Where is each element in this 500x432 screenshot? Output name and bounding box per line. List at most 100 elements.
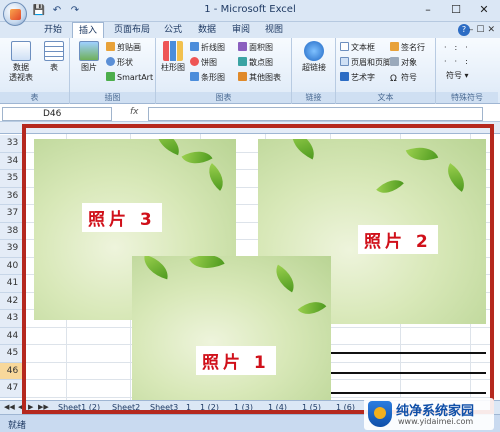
signature-line-button[interactable]: 签名行 [390, 42, 425, 54]
column-chart-icon [163, 41, 183, 61]
tab-review[interactable]: 审阅 [226, 22, 256, 38]
office-button[interactable] [3, 2, 27, 26]
sheet-tab[interactable]: 1 [186, 403, 191, 412]
cell-border-line [331, 392, 486, 394]
workbook-window-controls[interactable]: –☐✕ [469, 22, 498, 38]
special-symbol-grid[interactable]: ·:· [444, 42, 476, 54]
close-button[interactable]: ✕ [470, 1, 498, 19]
row-header[interactable]: 47 [0, 380, 26, 398]
formula-bar: D46 fx [0, 106, 500, 122]
shapes-icon [106, 57, 115, 66]
pivot-table-button[interactable]: 数据 透视表 [6, 41, 36, 83]
cell-border-line [331, 352, 486, 354]
text-box-icon [340, 42, 349, 51]
row-header[interactable]: 42 [0, 292, 26, 310]
area-chart-icon [238, 42, 247, 51]
group-text: 文本框 页眉和页脚 艺术字 签名行 对象 Ω 符号 文本 [336, 38, 436, 104]
pie-chart-icon [190, 57, 199, 66]
sheet-tab[interactable]: 1 (5) [302, 403, 321, 412]
sheet-tab[interactable]: 1 (6) [336, 403, 355, 412]
row-header[interactable]: 34 [0, 152, 26, 170]
scatter-chart-icon [238, 57, 247, 66]
symbol-button[interactable]: Ω 符号 [390, 72, 417, 84]
minimize-button[interactable]: – [414, 1, 442, 19]
wordart-button[interactable]: 艺术字 [340, 72, 375, 84]
tab-insert[interactable]: 插入 [72, 22, 105, 39]
row-header[interactable]: 37 [0, 205, 26, 223]
sheet-tab[interactable]: Sheet1 (2) [58, 403, 100, 412]
row-header[interactable]: 33 [0, 135, 26, 153]
object-icon [390, 57, 399, 66]
special-symbol-button[interactable]: 符号 ▾ [446, 70, 469, 82]
header-footer-icon [340, 57, 349, 66]
last-sheet-button[interactable]: ▶▶ [38, 403, 49, 411]
clip-art-icon [106, 42, 115, 51]
hyperlink-button[interactable]: 超链接 [298, 41, 330, 73]
area-chart-button[interactable]: 面积图 [238, 42, 273, 54]
next-sheet-button[interactable]: ▶ [28, 403, 33, 411]
line-chart-button[interactable]: 折线图 [190, 42, 225, 54]
row-header[interactable]: 39 [0, 240, 26, 258]
table-button[interactable]: 表 [42, 41, 66, 73]
pie-chart-button[interactable]: 饼图 [190, 57, 217, 69]
watermark: 纯净系统家园 www.yidaimei.com [364, 398, 494, 430]
row-header[interactable]: 43 [0, 310, 26, 328]
column-chart-button[interactable]: 柱形图 [160, 41, 186, 73]
row-header[interactable]: 40 [0, 257, 26, 275]
photo-1[interactable]: 照片 1 [132, 256, 331, 400]
tab-formulas[interactable]: 公式 [158, 22, 188, 38]
row-header[interactable]: 38 [0, 222, 26, 240]
smartart-icon [106, 72, 115, 81]
clip-art-button[interactable]: 剪贴画 [106, 42, 141, 54]
column-headers [0, 122, 500, 134]
sheet-tab[interactable]: 1 (2) [200, 403, 219, 412]
header-footer-button[interactable]: 页眉和页脚 [340, 57, 391, 69]
row-header[interactable]: 46 [0, 362, 26, 380]
row-header[interactable]: 44 [0, 327, 26, 345]
group-tables: 数据 透视表 表 表 [0, 38, 70, 104]
title-bar: 💾 ↶ ↷ 1 - Microsoft Excel – ☐ ✕ [0, 0, 500, 26]
tab-page-layout[interactable]: 页面布局 [108, 22, 156, 38]
photo-1-label: 照片 1 [196, 346, 276, 375]
ribbon: 数据 透视表 表 表 图片 剪贴画 形状 SmartArt 插图 柱形图 折线图… [0, 38, 500, 104]
maximize-button[interactable]: ☐ [442, 1, 470, 19]
omega-icon: Ω [390, 74, 397, 84]
photo-3-label: 照片 3 [82, 203, 162, 232]
cell-border-line [331, 372, 486, 374]
sheet-tab[interactable]: 1 (4) [268, 403, 287, 412]
line-chart-icon [190, 42, 199, 51]
tab-home[interactable]: 开始 [38, 22, 68, 38]
tab-data[interactable]: 数据 [192, 22, 222, 38]
sheet-tab[interactable]: Sheet2 [112, 403, 140, 412]
sheet-tab[interactable]: Sheet3 [150, 403, 178, 412]
fx-icon[interactable]: fx [130, 107, 139, 117]
smartart-button[interactable]: SmartArt [106, 72, 153, 84]
table-icon [44, 41, 64, 61]
group-special-symbols: ·:· ··: 符号 ▾ 特殊符号 [436, 38, 498, 104]
group-links: 超链接 链接 [292, 38, 336, 104]
text-box-button[interactable]: 文本框 [340, 42, 375, 54]
row-header[interactable]: 35 [0, 170, 26, 188]
shapes-button[interactable]: 形状 [106, 57, 133, 69]
object-button[interactable]: 对象 [390, 57, 417, 69]
other-charts-button[interactable]: 其他图表 [238, 72, 281, 84]
bar-chart-button[interactable]: 条形图 [190, 72, 225, 84]
row-header[interactable]: 41 [0, 275, 26, 293]
picture-icon [79, 41, 99, 61]
globe-icon [304, 41, 324, 61]
prev-sheet-button[interactable]: ◀ [18, 403, 23, 411]
special-symbol-grid-2[interactable]: ··: [444, 56, 476, 68]
formula-input[interactable] [148, 107, 483, 121]
group-charts: 柱形图 折线图 饼图 条形图 面积图 散点图 其他图表 图表 [156, 38, 292, 104]
sheet-tab[interactable]: 1 (3) [234, 403, 253, 412]
row-header[interactable]: 36 [0, 187, 26, 205]
row-header[interactable]: 45 [0, 345, 26, 363]
scatter-chart-button[interactable]: 散点图 [238, 57, 273, 69]
first-sheet-button[interactable]: ◀◀ [4, 403, 15, 411]
picture-button[interactable]: 图片 [76, 41, 102, 73]
tab-view[interactable]: 视图 [259, 22, 289, 38]
bar-chart-icon [190, 72, 199, 81]
group-illustrations: 图片 剪贴画 形状 SmartArt 插图 [70, 38, 156, 104]
status-ready: 就绪 [8, 421, 27, 431]
name-box[interactable]: D46 [2, 107, 112, 121]
